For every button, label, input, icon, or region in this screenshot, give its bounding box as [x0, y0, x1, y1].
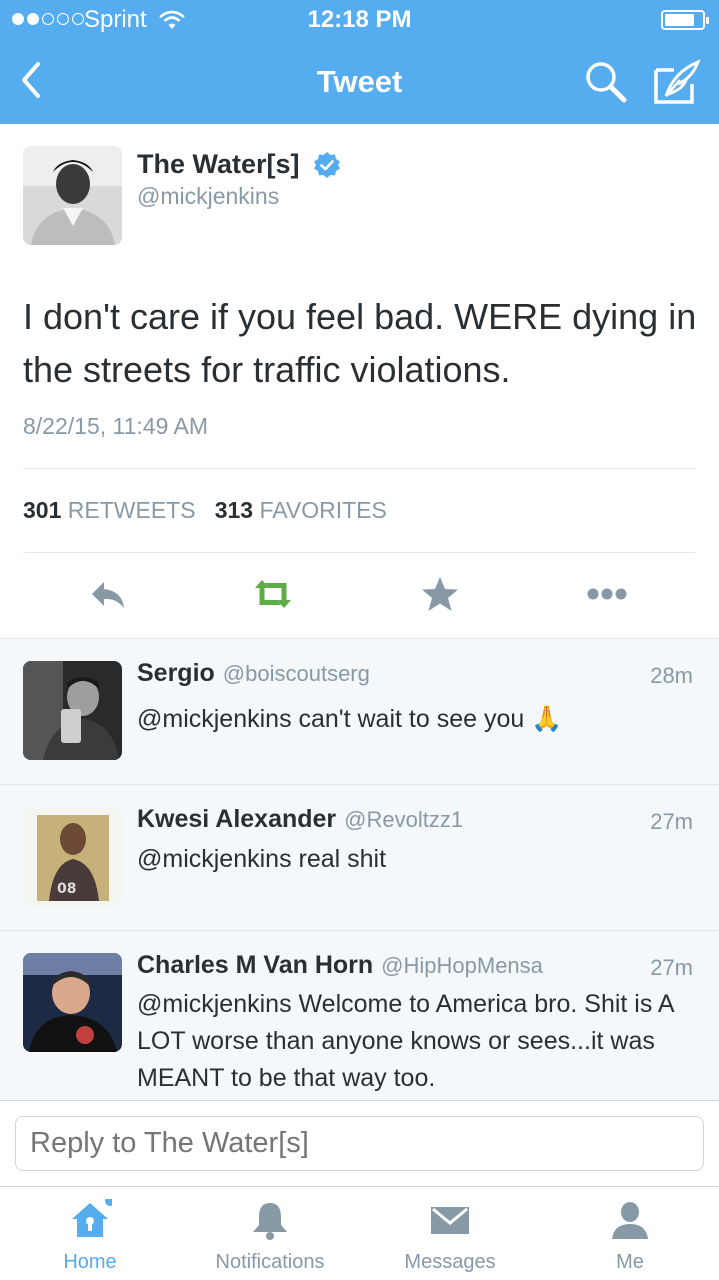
verified-badge-icon: [314, 152, 340, 178]
avatar[interactable]: 08: [23, 807, 122, 906]
reply-handle[interactable]: @Revoltzz1: [344, 807, 463, 832]
nav-bar: Tweet: [0, 40, 719, 124]
reply-text: @mickjenkins real shit: [137, 845, 387, 873]
reply-time: 27m: [650, 955, 693, 980]
divider: [23, 552, 696, 553]
reply-item[interactable]: Charles M Van Horn @HipHopMensa 27m @mick…: [0, 931, 719, 1100]
status-bar: Sprint 12:18 PM: [0, 0, 719, 40]
author-handle[interactable]: @mickjenkins: [137, 183, 279, 210]
tweet-text: I don't care if you feel bad. WERE dying…: [23, 296, 697, 390]
tab-messages[interactable]: Messages: [360, 1187, 540, 1280]
retweet-count[interactable]: 301: [23, 497, 61, 523]
reply-item[interactable]: Sergio @boiscoutserg 28m @mickjenkins can…: [0, 639, 719, 785]
header: Sprint 12:18 PM Tweet: [0, 0, 719, 124]
reply-icon[interactable]: [86, 574, 130, 614]
reply-item[interactable]: 08 Kwesi Alexander @Revoltzz1 27m @mickje…: [0, 785, 719, 931]
reply-handle[interactable]: @HipHopMensa: [381, 953, 543, 978]
reply-input[interactable]: [15, 1116, 704, 1171]
retweet-icon[interactable]: [251, 574, 295, 614]
tab-home[interactable]: Home: [0, 1187, 180, 1280]
reply-author[interactable]: Charles M Van Horn @HipHopMensa: [137, 951, 543, 980]
svg-text:08: 08: [57, 881, 76, 897]
avatar[interactable]: [23, 661, 122, 760]
author-name[interactable]: The Water[s]: [137, 149, 300, 180]
reply-text: @mickjenkins can't wait to see you 🙏: [137, 705, 563, 733]
tweet-stats: 301 RETWEETS 313 FAVORITES: [23, 497, 387, 524]
retweets-label[interactable]: RETWEETS: [68, 497, 196, 523]
home-icon: [72, 1199, 112, 1237]
tab-bar: Home Notifications Messages Me: [0, 1186, 719, 1280]
more-options-icon[interactable]: [585, 574, 629, 614]
reply-author[interactable]: Kwesi Alexander @Revoltzz1: [137, 805, 463, 834]
tab-label: Notifications: [215, 1251, 325, 1273]
favorites-label[interactable]: FAVORITES: [259, 497, 386, 523]
reply-time: 28m: [650, 663, 693, 688]
favorite-count[interactable]: 313: [215, 497, 253, 523]
tweet-timestamp: 8/22/15, 11:49 AM: [23, 413, 208, 439]
divider: [23, 468, 696, 469]
avatar[interactable]: [23, 953, 122, 1052]
tab-label: Home: [63, 1251, 117, 1273]
reply-time: 27m: [650, 809, 693, 834]
tab-label: Messages: [404, 1251, 496, 1273]
tweet-detail: The Water[s] @mickjenkins I don't care i…: [0, 124, 719, 638]
tab-me[interactable]: Me: [540, 1187, 719, 1280]
reply-bar: [0, 1100, 719, 1186]
replies-list: Sergio @boiscoutserg 28m @mickjenkins can…: [0, 638, 719, 1100]
person-icon: [612, 1202, 648, 1239]
bell-icon: [253, 1203, 287, 1240]
tab-notifications[interactable]: Notifications: [180, 1187, 360, 1280]
status-time: 12:18 PM: [307, 6, 412, 33]
tab-label: Me: [616, 1251, 644, 1273]
avatar[interactable]: [23, 146, 122, 245]
compose-tweet-icon[interactable]: [652, 58, 702, 106]
favorite-star-icon[interactable]: [418, 574, 462, 614]
reply-author[interactable]: Sergio @boiscoutserg: [137, 659, 370, 688]
envelope-icon: [431, 1207, 469, 1234]
search-icon[interactable]: [582, 58, 630, 106]
reply-handle[interactable]: @boiscoutserg: [223, 661, 370, 686]
battery-icon: [661, 10, 709, 30]
reply-text: @mickjenkins Welcome to America bro. Shi…: [137, 990, 674, 1092]
